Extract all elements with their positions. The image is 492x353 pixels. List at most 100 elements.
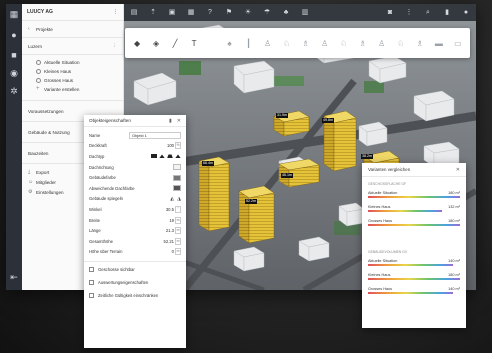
compare-row: Grosses Haus 140 m³	[362, 285, 466, 299]
tree-icon[interactable]: ♣	[282, 9, 290, 17]
terrain-height-row: Höhe über Terrain 0 m	[89, 248, 181, 256]
more-icon[interactable]: ⋮	[405, 9, 413, 17]
text-icon[interactable]: T	[190, 39, 198, 48]
floors-visible-checkbox[interactable]: Geschosse sichtbar	[84, 264, 186, 275]
height-label: 49.8m	[322, 118, 334, 123]
help-icon[interactable]: ?	[206, 9, 214, 17]
time-validity-checkbox[interactable]: Zeitliche Gültigkeit einschränken	[84, 290, 186, 301]
project-header[interactable]: LUUCY AG ⋮	[22, 4, 123, 21]
collapse-icon[interactable]: ⇤	[9, 272, 19, 282]
lamp-icon[interactable]: ┃	[245, 39, 253, 48]
roof-type-picker[interactable]	[151, 154, 181, 159]
person-icon[interactable]: ♙	[321, 39, 329, 48]
name-row: Name Objekt 1	[84, 130, 186, 141]
top-toolbar: ▤ ⇡ ▣ ▦ ? ⚑ ☀ ☂ ♣ ▥ ◙ ⋮ ⌕ ▮ ●	[124, 4, 476, 21]
angle-input[interactable]: 30.5	[166, 207, 174, 212]
add-variant-button[interactable]: + Variante erstellen	[22, 85, 123, 94]
compare-row: Aktuelle Situation 180 m²	[362, 189, 466, 203]
width-row: Breite 19 m	[89, 216, 181, 224]
person-icon[interactable]: ♘	[340, 39, 348, 48]
bookmark-icon[interactable]: ▮	[443, 9, 451, 17]
more-icon[interactable]: ⋮	[113, 9, 118, 15]
save-icon[interactable]: ▣	[168, 9, 176, 17]
mirror-row: Gebäude spiegeln ◭ ◮	[89, 195, 181, 202]
icon-rail: ▦ ● ■ ◉ ✲ ⇤	[6, 4, 22, 290]
person-icon[interactable]: ♙	[264, 39, 272, 48]
name-input[interactable]: Objekt 1	[129, 131, 181, 139]
value-bar	[368, 264, 453, 266]
variant-item[interactable]: Kleines Haus	[22, 67, 123, 76]
mirror-horizontal-icon[interactable]: ◭	[170, 196, 174, 202]
trash-icon[interactable]: ▮	[169, 118, 172, 124]
current-project[interactable]: Luzern ⋮	[22, 41, 123, 51]
person-icon[interactable]: ♙	[378, 39, 386, 48]
compare-row: Kleines Haus 132 m²	[362, 203, 466, 217]
grid-icon[interactable]: ▦	[187, 9, 195, 17]
layers-icon[interactable]: ▤	[130, 9, 138, 17]
roof-color-swatch[interactable]	[173, 185, 181, 192]
chevron-left-icon: ‹	[28, 26, 30, 32]
plane-icon[interactable]: ◈	[152, 39, 160, 48]
section-label: GESCHOSSFLÄCHE GF	[368, 182, 407, 186]
variant-item[interactable]: Aktuelle Situation	[22, 58, 123, 67]
evaluation-properties-checkbox[interactable]: Auswertungseigenschaften	[84, 277, 186, 288]
roof-direction-row: Dachrichtung	[84, 162, 186, 173]
compare-row: Grosses Haus 180 m²	[362, 217, 466, 231]
plus-icon: +	[36, 86, 40, 92]
person-icon[interactable]: ♗	[416, 39, 424, 48]
layers-icon[interactable]: ■	[9, 50, 19, 60]
roof-type-row: Dachtyp	[84, 151, 186, 162]
roof-direction-swatch[interactable]	[173, 164, 181, 171]
user-icon[interactable]: ●	[9, 30, 19, 40]
chart-icon[interactable]: ▥	[301, 9, 309, 17]
total-height-row: Gesamthöhe 52.21 m	[89, 237, 181, 245]
object-properties-panel: Objekteigenschaften ▮ ✕ Name Objekt 1 De…	[84, 115, 186, 348]
cube-icon[interactable]: ◆	[133, 39, 141, 48]
projects-link[interactable]: ‹ Projekte	[22, 24, 123, 34]
total-height-input[interactable]: 52.21	[164, 239, 174, 244]
value-bar	[368, 278, 460, 280]
pen-icon[interactable]: ╱	[171, 39, 179, 48]
camera-icon[interactable]: ◙	[386, 9, 394, 17]
upload-icon[interactable]: ⇡	[149, 9, 157, 17]
terrain-height-input[interactable]: 0	[172, 249, 174, 254]
opacity-input[interactable]: 100	[167, 143, 174, 148]
drawing-toolbar: ◆ ◈ ╱ T ♠ ┃ ♙ ♘ ♗ ♙ ♘ ♗ ♙ ♘ ♗ ▬ ▭	[125, 28, 470, 58]
members-icon: ☺	[28, 179, 34, 185]
mirror-vertical-icon[interactable]: ◮	[177, 196, 181, 202]
value-bar	[368, 224, 460, 226]
project-name: LUUCY AG	[27, 9, 53, 15]
download-icon: ⤓	[28, 169, 31, 175]
settings-icon[interactable]: ✲	[9, 86, 19, 96]
car-icon[interactable]: ▬	[435, 39, 443, 48]
gear-icon: ⚙	[28, 189, 33, 195]
variant-item[interactable]: Grosses Haus	[22, 76, 123, 85]
width-input[interactable]: 19	[169, 218, 174, 223]
tree-icon[interactable]: ♠	[225, 39, 233, 48]
sun-icon[interactable]: ☀	[244, 9, 252, 17]
length-input[interactable]: 21.3	[166, 228, 174, 233]
panel-header: Objekteigenschaften ▮ ✕	[84, 115, 186, 127]
user-icon[interactable]: ●	[462, 9, 470, 17]
flag-icon[interactable]: ⚑	[225, 9, 233, 17]
person-icon[interactable]: ♘	[283, 39, 291, 48]
length-row: Länge 21.3 m	[89, 227, 181, 235]
panel-title: Varianten vergleichen	[368, 167, 411, 172]
umbrella-icon[interactable]: ☂	[263, 9, 271, 17]
person-icon[interactable]: ♗	[302, 39, 310, 48]
close-icon[interactable]: ✕	[456, 167, 460, 173]
height-label: 31.9m	[276, 113, 288, 118]
building-color-row: Gebäudefarbe	[84, 172, 186, 183]
building-color-swatch[interactable]	[173, 174, 181, 181]
angle-row: Winkel 30.5 °	[84, 204, 186, 215]
person-icon[interactable]: ♗	[359, 39, 367, 48]
person-icon[interactable]: ♘	[397, 39, 405, 48]
height-label: 66.4m	[202, 161, 214, 166]
search-icon[interactable]: ⌕	[424, 9, 432, 17]
bus-icon[interactable]: ▭	[454, 39, 462, 48]
close-icon[interactable]: ✕	[177, 118, 181, 124]
more-icon[interactable]: ⋮	[112, 43, 117, 49]
value-bar	[368, 292, 453, 294]
globe-icon[interactable]: ◉	[9, 68, 19, 78]
grid-icon[interactable]: ▦	[9, 9, 19, 19]
